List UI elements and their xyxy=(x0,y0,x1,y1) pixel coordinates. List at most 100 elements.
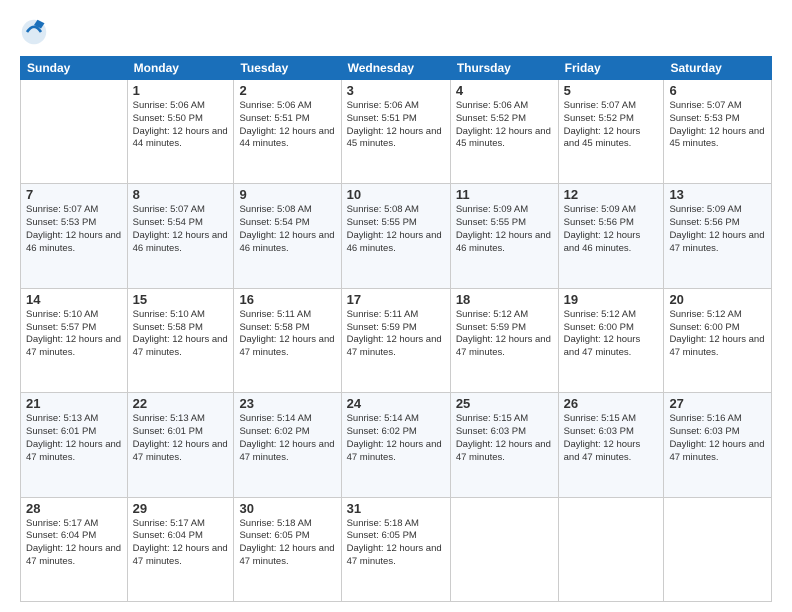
day-info: Sunrise: 5:18 AM Sunset: 6:05 PM Dayligh… xyxy=(239,518,335,569)
day-info: Sunrise: 5:06 AM Sunset: 5:52 PM Dayligh… xyxy=(456,100,553,151)
day-number: 15 xyxy=(133,292,229,307)
logo xyxy=(20,18,52,46)
logo-icon xyxy=(20,18,48,46)
day-info: Sunrise: 5:15 AM Sunset: 6:03 PM Dayligh… xyxy=(456,413,553,464)
day-info: Sunrise: 5:08 AM Sunset: 5:54 PM Dayligh… xyxy=(239,204,335,255)
day-info: Sunrise: 5:14 AM Sunset: 6:02 PM Dayligh… xyxy=(239,413,335,464)
day-number: 26 xyxy=(564,396,659,411)
day-number: 19 xyxy=(564,292,659,307)
day-number: 23 xyxy=(239,396,335,411)
day-info: Sunrise: 5:07 AM Sunset: 5:52 PM Dayligh… xyxy=(564,100,659,151)
calendar-header-row: SundayMondayTuesdayWednesdayThursdayFrid… xyxy=(21,57,772,80)
calendar-cell: 15 Sunrise: 5:10 AM Sunset: 5:58 PM Dayli… xyxy=(127,288,234,392)
day-info: Sunrise: 5:06 AM Sunset: 5:50 PM Dayligh… xyxy=(133,100,229,151)
calendar-week-3: 14Sunrise: 5:10 AM Sunset: 5:57 PM Dayli… xyxy=(21,288,772,392)
calendar-cell: 1 Sunrise: 5:06 AM Sunset: 5:50 PM Daylig… xyxy=(127,80,234,184)
page: SundayMondayTuesdayWednesdayThursdayFrid… xyxy=(0,0,792,612)
day-info: Sunrise: 5:10 AM Sunset: 5:57 PM Dayligh… xyxy=(26,309,122,360)
day-info: Sunrise: 5:11 AM Sunset: 5:59 PM Dayligh… xyxy=(347,309,445,360)
calendar-header-saturday: Saturday xyxy=(664,57,772,80)
day-number: 31 xyxy=(347,501,445,516)
calendar-cell: 18 Sunrise: 5:12 AM Sunset: 5:59 PM Dayli… xyxy=(450,288,558,392)
day-number: 29 xyxy=(133,501,229,516)
calendar-cell: 16 Sunrise: 5:11 AM Sunset: 5:58 PM Dayli… xyxy=(234,288,341,392)
calendar-header-monday: Monday xyxy=(127,57,234,80)
day-number: 30 xyxy=(239,501,335,516)
calendar-cell: 12Sunrise: 5:09 AM Sunset: 5:56 PM Dayli… xyxy=(558,184,664,288)
calendar-cell xyxy=(21,80,128,184)
day-number: 8 xyxy=(133,187,229,202)
calendar-cell: 13Sunrise: 5:09 AM Sunset: 5:56 PM Dayli… xyxy=(664,184,772,288)
calendar-header-thursday: Thursday xyxy=(450,57,558,80)
calendar-cell: 31 Sunrise: 5:18 AM Sunset: 6:05 PM Dayli… xyxy=(341,497,450,601)
calendar-header-tuesday: Tuesday xyxy=(234,57,341,80)
day-info: Sunrise: 5:17 AM Sunset: 6:04 PM Dayligh… xyxy=(26,518,122,569)
day-info: Sunrise: 5:06 AM Sunset: 5:51 PM Dayligh… xyxy=(239,100,335,151)
calendar-week-1: 1 Sunrise: 5:06 AM Sunset: 5:50 PM Daylig… xyxy=(21,80,772,184)
day-number: 3 xyxy=(347,83,445,98)
day-number: 28 xyxy=(26,501,122,516)
day-number: 13 xyxy=(669,187,766,202)
day-info: Sunrise: 5:18 AM Sunset: 6:05 PM Dayligh… xyxy=(347,518,445,569)
day-number: 18 xyxy=(456,292,553,307)
header xyxy=(20,18,772,46)
calendar-cell: 30 Sunrise: 5:18 AM Sunset: 6:05 PM Dayli… xyxy=(234,497,341,601)
day-info: Sunrise: 5:06 AM Sunset: 5:51 PM Dayligh… xyxy=(347,100,445,151)
calendar-cell: 11 Sunrise: 5:09 AM Sunset: 5:55 PM Dayli… xyxy=(450,184,558,288)
day-info: Sunrise: 5:12 AM Sunset: 6:00 PM Dayligh… xyxy=(564,309,659,360)
calendar-cell: 10Sunrise: 5:08 AM Sunset: 5:55 PM Dayli… xyxy=(341,184,450,288)
day-number: 4 xyxy=(456,83,553,98)
calendar-week-5: 28 Sunrise: 5:17 AM Sunset: 6:04 PM Dayli… xyxy=(21,497,772,601)
day-info: Sunrise: 5:17 AM Sunset: 6:04 PM Dayligh… xyxy=(133,518,229,569)
calendar-cell: 28 Sunrise: 5:17 AM Sunset: 6:04 PM Dayli… xyxy=(21,497,128,601)
day-info: Sunrise: 5:07 AM Sunset: 5:53 PM Dayligh… xyxy=(669,100,766,151)
calendar-cell: 26 Sunrise: 5:15 AM Sunset: 6:03 PM Dayli… xyxy=(558,393,664,497)
calendar-cell: 7 Sunrise: 5:07 AM Sunset: 5:53 PM Daylig… xyxy=(21,184,128,288)
calendar-week-2: 7 Sunrise: 5:07 AM Sunset: 5:53 PM Daylig… xyxy=(21,184,772,288)
calendar: SundayMondayTuesdayWednesdayThursdayFrid… xyxy=(20,56,772,602)
calendar-cell: 29 Sunrise: 5:17 AM Sunset: 6:04 PM Dayli… xyxy=(127,497,234,601)
calendar-cell: 25 Sunrise: 5:15 AM Sunset: 6:03 PM Dayli… xyxy=(450,393,558,497)
day-info: Sunrise: 5:08 AM Sunset: 5:55 PM Dayligh… xyxy=(347,204,445,255)
calendar-week-4: 21 Sunrise: 5:13 AM Sunset: 6:01 PM Dayli… xyxy=(21,393,772,497)
calendar-cell: 21 Sunrise: 5:13 AM Sunset: 6:01 PM Dayli… xyxy=(21,393,128,497)
day-number: 21 xyxy=(26,396,122,411)
calendar-header-friday: Friday xyxy=(558,57,664,80)
day-info: Sunrise: 5:10 AM Sunset: 5:58 PM Dayligh… xyxy=(133,309,229,360)
day-number: 2 xyxy=(239,83,335,98)
calendar-cell: 14Sunrise: 5:10 AM Sunset: 5:57 PM Dayli… xyxy=(21,288,128,392)
day-number: 7 xyxy=(26,187,122,202)
day-number: 20 xyxy=(669,292,766,307)
day-info: Sunrise: 5:14 AM Sunset: 6:02 PM Dayligh… xyxy=(347,413,445,464)
day-info: Sunrise: 5:09 AM Sunset: 5:55 PM Dayligh… xyxy=(456,204,553,255)
calendar-cell: 27Sunrise: 5:16 AM Sunset: 6:03 PM Dayli… xyxy=(664,393,772,497)
calendar-cell: 4 Sunrise: 5:06 AM Sunset: 5:52 PM Daylig… xyxy=(450,80,558,184)
calendar-cell: 20 Sunrise: 5:12 AM Sunset: 6:00 PM Dayli… xyxy=(664,288,772,392)
day-number: 9 xyxy=(239,187,335,202)
calendar-cell: 19 Sunrise: 5:12 AM Sunset: 6:00 PM Dayli… xyxy=(558,288,664,392)
day-number: 5 xyxy=(564,83,659,98)
day-number: 1 xyxy=(133,83,229,98)
day-info: Sunrise: 5:07 AM Sunset: 5:54 PM Dayligh… xyxy=(133,204,229,255)
day-info: Sunrise: 5:15 AM Sunset: 6:03 PM Dayligh… xyxy=(564,413,659,464)
day-number: 16 xyxy=(239,292,335,307)
calendar-cell xyxy=(558,497,664,601)
day-number: 11 xyxy=(456,187,553,202)
day-info: Sunrise: 5:09 AM Sunset: 5:56 PM Dayligh… xyxy=(564,204,659,255)
calendar-cell: 3 Sunrise: 5:06 AM Sunset: 5:51 PM Daylig… xyxy=(341,80,450,184)
calendar-cell: 9 Sunrise: 5:08 AM Sunset: 5:54 PM Daylig… xyxy=(234,184,341,288)
day-number: 25 xyxy=(456,396,553,411)
calendar-cell: 8 Sunrise: 5:07 AM Sunset: 5:54 PM Daylig… xyxy=(127,184,234,288)
calendar-cell: 23 Sunrise: 5:14 AM Sunset: 6:02 PM Dayli… xyxy=(234,393,341,497)
day-info: Sunrise: 5:07 AM Sunset: 5:53 PM Dayligh… xyxy=(26,204,122,255)
calendar-cell: 24Sunrise: 5:14 AM Sunset: 6:02 PM Dayli… xyxy=(341,393,450,497)
day-info: Sunrise: 5:12 AM Sunset: 6:00 PM Dayligh… xyxy=(669,309,766,360)
day-info: Sunrise: 5:12 AM Sunset: 5:59 PM Dayligh… xyxy=(456,309,553,360)
day-number: 27 xyxy=(669,396,766,411)
calendar-cell: 2 Sunrise: 5:06 AM Sunset: 5:51 PM Daylig… xyxy=(234,80,341,184)
calendar-cell: 6Sunrise: 5:07 AM Sunset: 5:53 PM Daylig… xyxy=(664,80,772,184)
day-info: Sunrise: 5:13 AM Sunset: 6:01 PM Dayligh… xyxy=(26,413,122,464)
calendar-cell: 5 Sunrise: 5:07 AM Sunset: 5:52 PM Daylig… xyxy=(558,80,664,184)
calendar-header-wednesday: Wednesday xyxy=(341,57,450,80)
day-info: Sunrise: 5:11 AM Sunset: 5:58 PM Dayligh… xyxy=(239,309,335,360)
